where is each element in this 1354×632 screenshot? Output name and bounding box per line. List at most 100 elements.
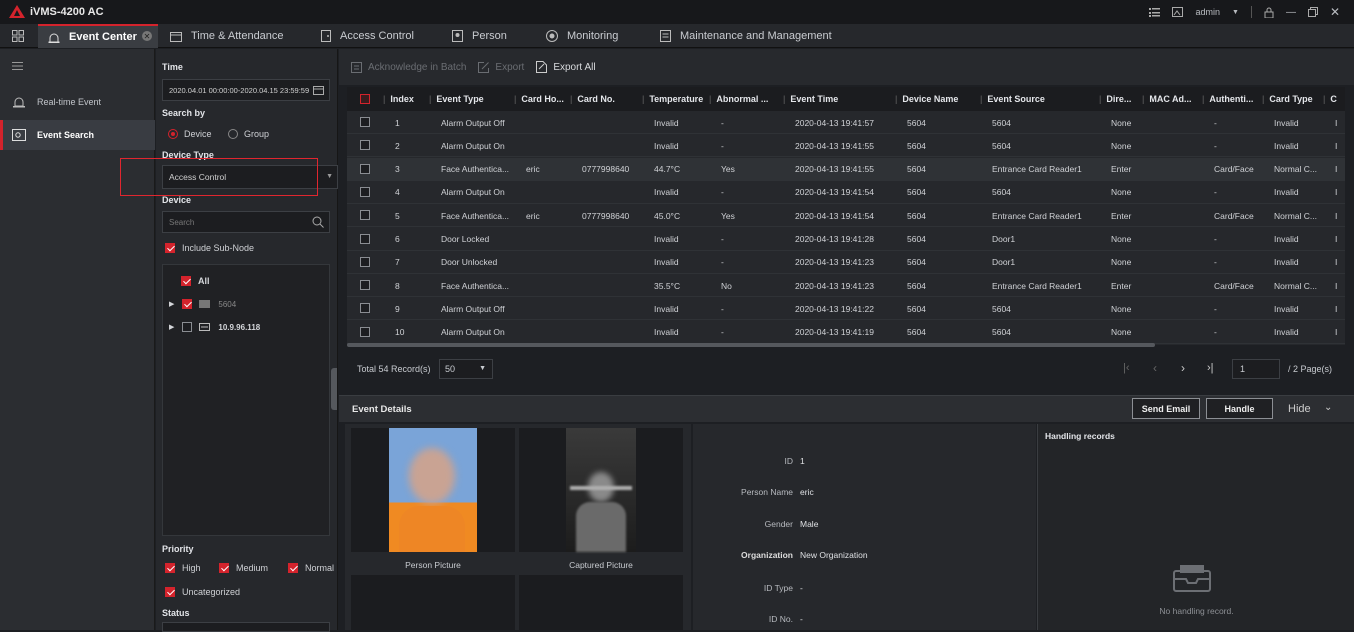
device-type-select[interactable]: Access Control ▼: [162, 165, 338, 189]
priority-medium-checkbox[interactable]: Medium: [219, 563, 268, 573]
column-header[interactable]: Temperature: [642, 87, 709, 111]
priority-uncategorized-checkbox[interactable]: Uncategorized: [165, 587, 240, 597]
lock-icon[interactable]: [1264, 7, 1274, 18]
close-icon[interactable]: ✕: [1330, 5, 1340, 19]
collapse-menu-icon[interactable]: [12, 62, 23, 70]
info-id: ID 1: [693, 456, 805, 466]
table-cell: Enter: [1111, 210, 1132, 221]
calendar-icon[interactable]: [313, 85, 324, 95]
captured-picture[interactable]: [566, 428, 636, 552]
chevron-down-icon[interactable]: ▼: [1232, 9, 1239, 16]
table-row[interactable]: 10 Alarm Output On Invalid - 2020-04-13 19:4…: [347, 321, 1345, 344]
restore-icon[interactable]: [1307, 7, 1318, 17]
device-search-input[interactable]: Search: [162, 211, 330, 233]
grid-menu-icon[interactable]: [12, 30, 24, 42]
tab-event-center[interactable]: Event Center ✕: [38, 24, 158, 48]
time-range-field[interactable]: 2020.04.01 00:00:00-2020.04.15 23:59:59: [162, 79, 330, 101]
status-field[interactable]: [162, 622, 330, 632]
column-header[interactable]: Card Ho...: [514, 87, 570, 111]
row-checkbox[interactable]: [360, 186, 370, 197]
row-checkbox[interactable]: [360, 117, 370, 127]
column-header[interactable]: Event Source: [980, 87, 1099, 111]
panel-collapse-handle[interactable]: [331, 368, 337, 410]
export-icon: [478, 61, 490, 73]
priority-high-checkbox[interactable]: High: [165, 563, 201, 573]
chevron-down-icon[interactable]: ▼: [326, 173, 333, 180]
tree-node-ip[interactable]: ▶ 10.9.96.118: [169, 322, 260, 332]
tab-close-icon[interactable]: ✕: [142, 31, 152, 41]
tree-node-all[interactable]: All: [181, 276, 210, 286]
export-all-button[interactable]: Export All: [536, 61, 596, 73]
column-header[interactable]: Event Time: [783, 87, 895, 111]
tab-time-attendance[interactable]: Time & Attendance: [170, 24, 284, 48]
prev-page-icon[interactable]: ‹: [1153, 361, 1157, 375]
page-number-input[interactable]: 1: [1232, 359, 1280, 379]
export-button[interactable]: Export: [478, 61, 524, 73]
table-row[interactable]: 3 Face Authentica... eric 0777998640 44.7°C Y…: [347, 157, 1345, 181]
first-page-icon[interactable]: |‹: [1123, 362, 1130, 374]
list-icon[interactable]: [1149, 7, 1161, 17]
nav-event-search[interactable]: Event Search: [0, 120, 155, 150]
last-page-icon[interactable]: ›|: [1207, 362, 1214, 374]
expand-arrow-icon[interactable]: ▶: [169, 300, 174, 308]
next-page-icon[interactable]: ›: [1181, 361, 1185, 375]
table-row[interactable]: 1 Alarm Output Off Invalid - 2020-04-13 19:4…: [347, 111, 1345, 134]
table-row[interactable]: 8 Face Authentica... 35.5°C No 2020-04-13 19…: [347, 274, 1345, 298]
tab-person[interactable]: Person: [452, 24, 507, 48]
column-header[interactable]: Card Type: [1262, 87, 1323, 111]
send-email-button[interactable]: Send Email: [1132, 398, 1200, 419]
table-row[interactable]: 5 Face Authentica... eric 0777998640 45.0°C Y…: [347, 204, 1345, 228]
acknowledge-batch-button[interactable]: Acknowledge in Batch: [351, 61, 466, 73]
table-cell: 5604: [992, 140, 1011, 151]
handle-button[interactable]: Handle: [1206, 398, 1273, 419]
tab-access-control[interactable]: Access Control: [321, 24, 414, 48]
column-header[interactable]: C: [1323, 87, 1345, 111]
radio-device[interactable]: Device: [168, 129, 212, 139]
horizontal-scrollbar[interactable]: [347, 343, 1155, 347]
expand-arrow-icon[interactable]: ▶: [169, 323, 174, 331]
row-checkbox[interactable]: [360, 140, 370, 151]
minimize-icon[interactable]: —: [1286, 7, 1296, 18]
tab-maintenance[interactable]: Maintenance and Management: [660, 24, 832, 48]
row-checkbox[interactable]: [360, 303, 370, 314]
tab-monitoring[interactable]: Monitoring: [546, 24, 618, 48]
column-header[interactable]: Abnormal ...: [709, 87, 783, 111]
chevron-down-icon[interactable]: ⌄: [1324, 402, 1332, 413]
table-cell: Invalid: [1274, 234, 1299, 244]
column-header[interactable]: Dire...: [1099, 87, 1142, 111]
hide-button[interactable]: Hide: [1288, 403, 1311, 415]
row-checkbox[interactable]: [360, 280, 370, 291]
image-icon[interactable]: [1172, 7, 1184, 17]
nav-realtime-event[interactable]: Real-time Event: [0, 87, 155, 117]
table-cell: -: [721, 187, 724, 198]
column-header[interactable]: Card No.: [570, 87, 642, 111]
tree-node-5604[interactable]: ▶ 5604: [169, 299, 236, 309]
table-row[interactable]: 9 Alarm Output Off Invalid - 2020-04-13 19:4…: [347, 297, 1345, 321]
column-header[interactable]: Index: [383, 87, 429, 111]
table-row[interactable]: 6 Door Locked Invalid - 2020-04-13 19:41:28 5…: [347, 228, 1345, 251]
radio-group[interactable]: Group: [228, 129, 269, 139]
row-checkbox[interactable]: [360, 210, 370, 221]
table-row[interactable]: 7 Door Unlocked Invalid - 2020-04-13 19:41:2…: [347, 251, 1345, 274]
column-header[interactable]: Device Name: [895, 87, 980, 111]
priority-normal-checkbox[interactable]: Normal: [288, 563, 334, 573]
include-sub-node-checkbox[interactable]: Include Sub-Node: [165, 243, 254, 253]
column-header[interactable]: Event Type: [429, 87, 514, 111]
row-checkbox[interactable]: [360, 163, 370, 174]
checkbox-icon: [182, 299, 193, 309]
page-size-select[interactable]: 50 ▼: [439, 359, 493, 379]
search-icon[interactable]: [312, 216, 324, 228]
row-checkbox[interactable]: [360, 326, 370, 337]
person-picture[interactable]: [389, 428, 477, 552]
user-name[interactable]: admin: [1195, 7, 1220, 17]
column-header[interactable]: Authenti...: [1202, 87, 1262, 111]
row-checkbox[interactable]: [360, 233, 370, 244]
column-header[interactable]: MAC Ad...: [1142, 87, 1202, 111]
table-row[interactable]: 4 Alarm Output On Invalid - 2020-04-13 19:41…: [347, 181, 1345, 204]
table-cell: 5604: [907, 257, 926, 268]
row-checkbox[interactable]: [360, 256, 370, 267]
table-cell: 2020-04-13 19:41:54: [795, 210, 874, 221]
select-all-checkbox[interactable]: [360, 94, 370, 104]
pagination: Total 54 Record(s) 50 ▼ |‹ ‹ › ›| 1 / 2 …: [347, 358, 1345, 380]
table-row[interactable]: 2 Alarm Output On Invalid - 2020-04-13 19:41…: [347, 134, 1345, 158]
